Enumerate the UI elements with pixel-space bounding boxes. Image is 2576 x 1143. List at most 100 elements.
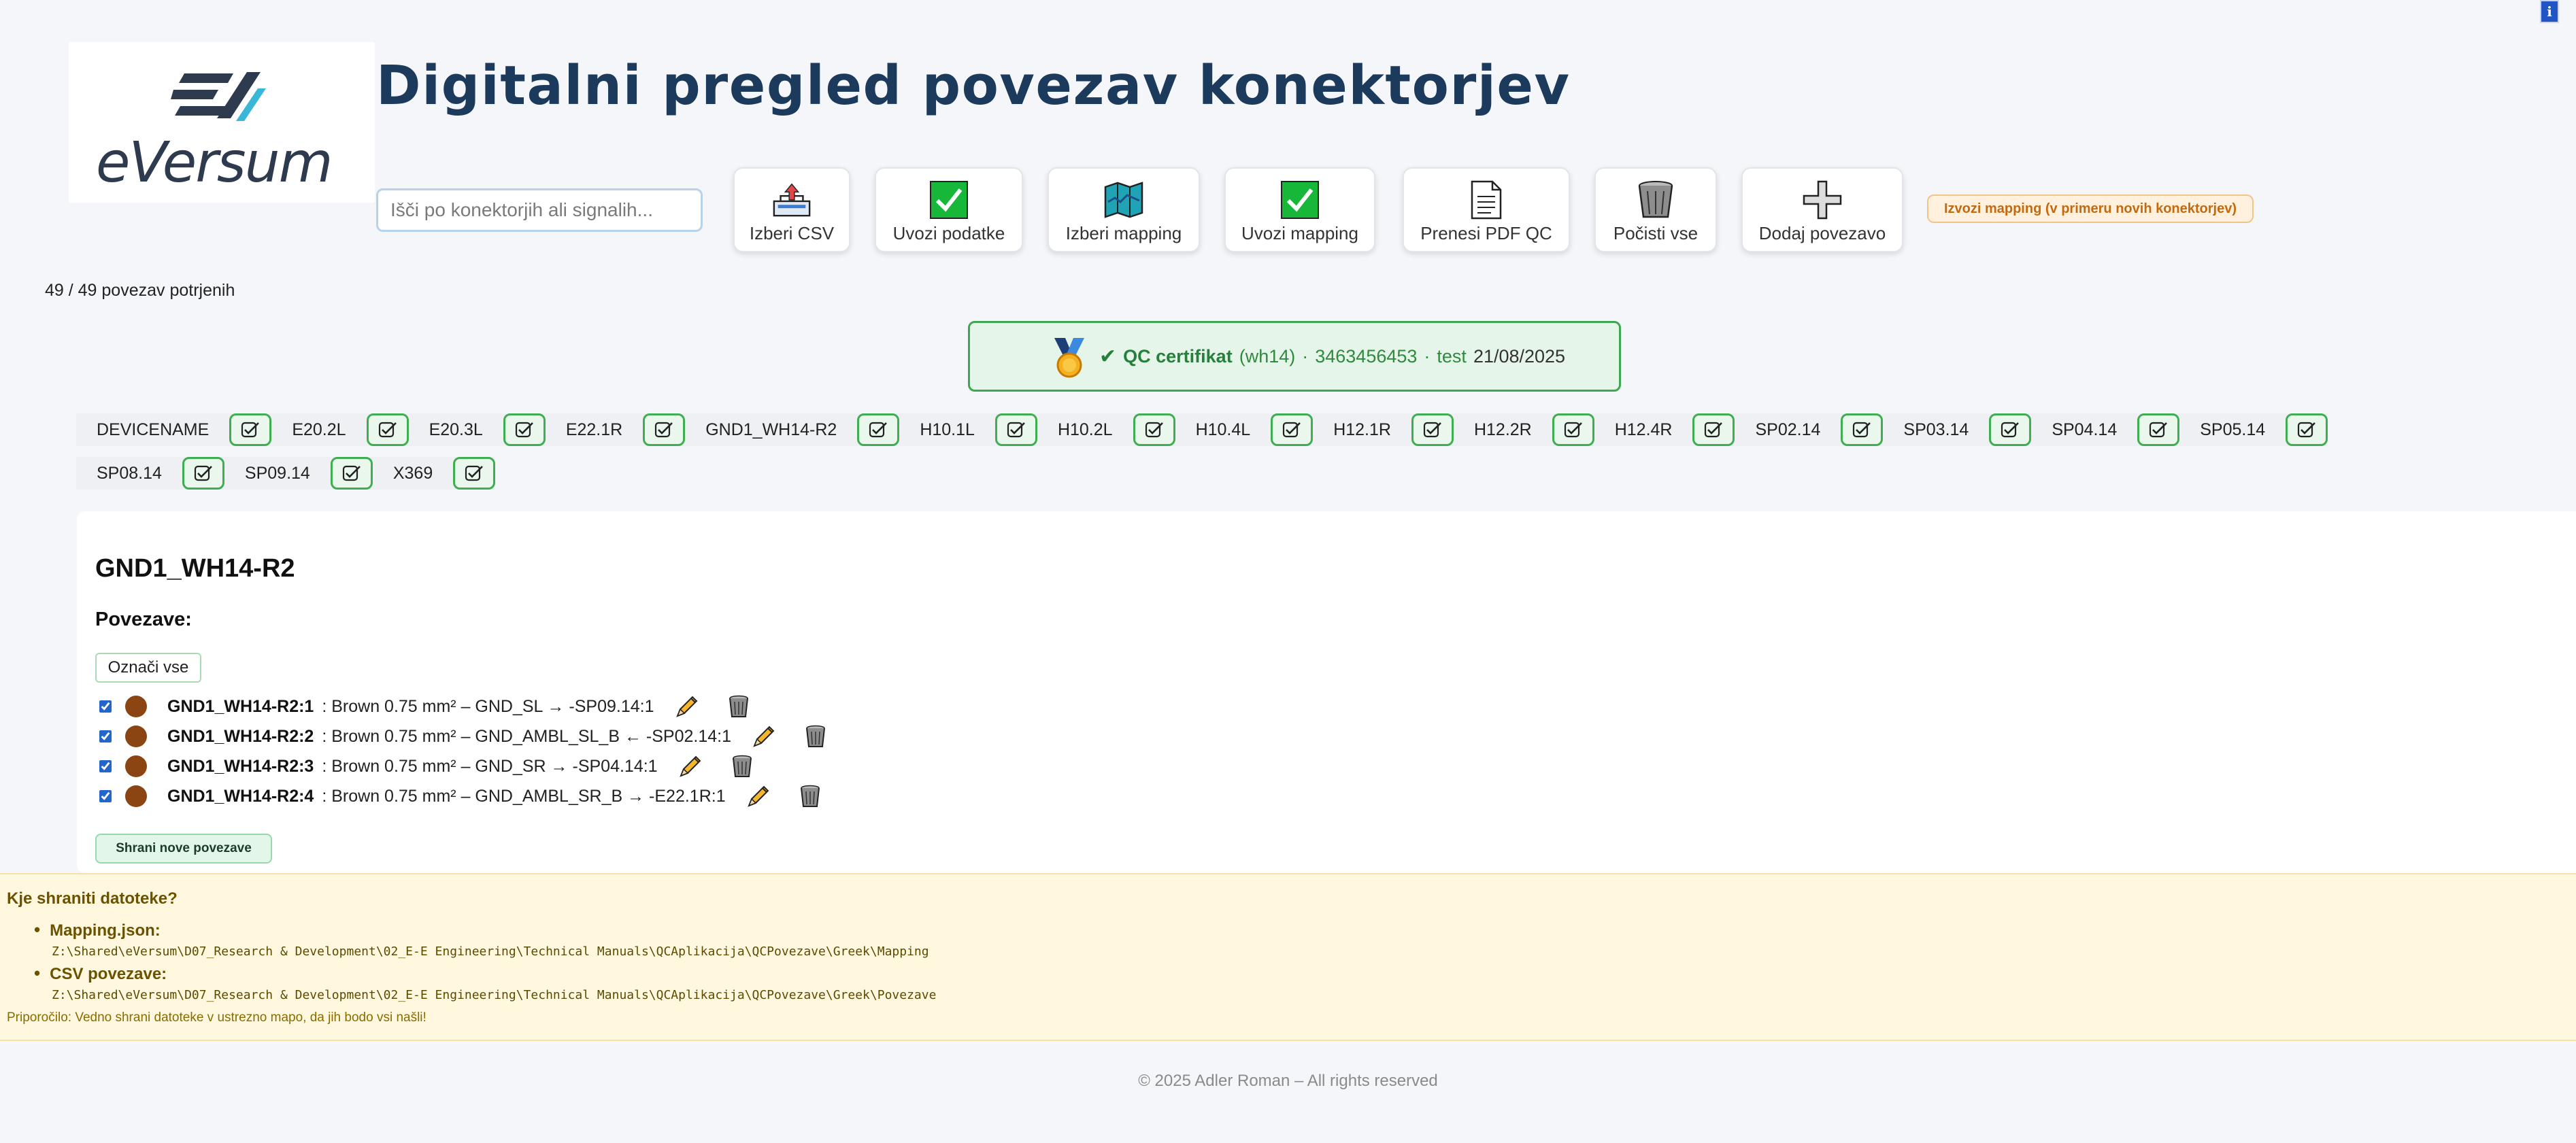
connector-chip[interactable]: H10.1L: [899, 413, 1037, 446]
connector-name: SP02.14: [1755, 420, 1821, 439]
select-mapping-label: Izberi mapping: [1065, 223, 1182, 243]
import-mapping-button[interactable]: Uvozi mapping: [1224, 167, 1375, 252]
wire-color-swatch: [125, 696, 147, 717]
download-pdf-qc-button[interactable]: Prenesi PDF QC: [1403, 167, 1570, 252]
connection-name: GND1_WH14-R2:2: [167, 726, 314, 746]
connector-name: E20.3L: [429, 420, 483, 439]
add-connection-label: Dodaj povezavo: [1758, 223, 1886, 243]
trash-icon[interactable]: [798, 784, 822, 808]
connection-checkbox[interactable]: [99, 700, 112, 713]
connector-chip[interactable]: SP02.14: [1735, 413, 1884, 446]
pencil-icon[interactable]: [752, 724, 776, 749]
save-new-connections-button[interactable]: Shrani nove povezave: [95, 834, 272, 864]
info-button[interactable]: i: [2540, 0, 2559, 23]
trash-icon[interactable]: [730, 754, 754, 779]
connector-chip[interactable]: DEVICENAME: [76, 413, 272, 446]
confirmed-count: 49 / 49 povezav potrjenih: [45, 281, 235, 300]
qc-certificate-banner: ✔ QC certifikat (wh14) · 3463456453 · te…: [968, 321, 1621, 392]
connector-chip[interactable]: H12.1R: [1313, 413, 1454, 446]
connector-name: H12.1R: [1333, 420, 1391, 439]
connection-name: GND1_WH14-R2:3: [167, 756, 314, 776]
search-input[interactable]: [376, 188, 703, 232]
check-icon[interactable]: [1271, 413, 1314, 446]
check-icon[interactable]: [366, 413, 409, 446]
connection-checkbox[interactable]: [99, 790, 112, 802]
trash-icon[interactable]: [726, 694, 751, 719]
connector-chip[interactable]: SP09.14: [224, 457, 373, 490]
pencil-icon[interactable]: [746, 784, 771, 808]
connector-chip[interactable]: H10.4L: [1175, 413, 1314, 446]
check-icon[interactable]: [1411, 413, 1454, 446]
page-title: Digitalni pregled povezav konektorjev: [376, 54, 1571, 117]
connector-name: E20.2L: [292, 420, 346, 439]
save-location-panel: Kje shraniti datoteke? Mapping.json: Z:\…: [0, 873, 2576, 1041]
connector-name: DEVICENAME: [97, 420, 210, 439]
wire-color-swatch: [125, 785, 147, 807]
connector-chip[interactable]: SP04.14: [2031, 413, 2180, 446]
export-mapping-button[interactable]: Izvozi mapping (v primeru novih konektor…: [1927, 194, 2254, 223]
logo-text: eVersum: [96, 131, 333, 195]
connector-name: X369: [392, 463, 433, 483]
add-connection-button[interactable]: Dodaj povezavo: [1741, 167, 1903, 252]
connector-chip[interactable]: X369: [372, 457, 496, 490]
check-icon[interactable]: [1692, 413, 1735, 446]
check-icon[interactable]: [1552, 413, 1594, 446]
check-icon[interactable]: [453, 457, 496, 490]
connector-title: GND1_WH14-R2: [95, 554, 295, 583]
select-csv-label: Izberi CSV: [749, 223, 835, 243]
connector-chip[interactable]: H12.4R: [1594, 413, 1735, 446]
connector-chip[interactable]: SP08.14: [76, 457, 224, 490]
medal-icon: [1054, 338, 1084, 378]
connector-chip[interactable]: SP03.14: [1883, 413, 2032, 446]
check-icon[interactable]: [330, 457, 373, 490]
connector-chip[interactable]: SP05.14: [2179, 413, 2328, 446]
connector-chip[interactable]: H10.2L: [1037, 413, 1175, 446]
connector-name: SP03.14: [1903, 420, 1969, 439]
check-icon[interactable]: [503, 413, 546, 446]
document-icon: [1466, 180, 1507, 220]
connector-name: SP09.14: [244, 463, 310, 483]
check-icon[interactable]: [182, 457, 224, 490]
select-mapping-button[interactable]: Izberi mapping: [1048, 167, 1200, 252]
connection-description: : Brown 0.75 mm² – GND_SR → -SP04.14:1: [322, 756, 658, 776]
trash-icon[interactable]: [803, 724, 828, 749]
mapping-json-label: Mapping.json:: [34, 919, 161, 940]
check-icon[interactable]: [643, 413, 686, 446]
download-pdf-qc-label: Prenesi PDF QC: [1420, 223, 1552, 243]
check-icon[interactable]: [2137, 413, 2180, 446]
wire-color-swatch: [125, 755, 147, 777]
qc-project: (wh14): [1239, 345, 1296, 366]
qc-id: 3463456453: [1315, 345, 1418, 366]
import-data-button[interactable]: Uvozi podatke: [875, 167, 1023, 252]
connections-heading: Povezave:: [95, 609, 192, 630]
connector-chip[interactable]: H12.2R: [1453, 413, 1594, 446]
connector-name: H12.2R: [1473, 420, 1532, 439]
select-csv-button[interactable]: Izberi CSV: [733, 167, 850, 252]
check-icon[interactable]: [994, 413, 1037, 446]
qc-separator: ·: [1302, 345, 1309, 366]
logo-mark-icon: [171, 72, 266, 121]
connector-name: H10.1L: [920, 420, 975, 439]
connection-checkbox[interactable]: [99, 760, 112, 772]
connector-filter-row: SP08.14 SP09.14 X369: [76, 456, 496, 490]
check-icon: [929, 180, 969, 220]
pencil-icon[interactable]: [675, 694, 699, 719]
pencil-icon[interactable]: [678, 754, 703, 779]
check-icon[interactable]: [229, 413, 272, 446]
connector-chip[interactable]: E20.3L: [408, 413, 546, 446]
check-icon[interactable]: [1841, 413, 1884, 446]
clear-all-label: Počisti vse: [1613, 223, 1699, 243]
connector-chip[interactable]: GND1_WH14-R2: [685, 413, 900, 446]
check-icon[interactable]: [2286, 413, 2328, 446]
clear-all-button[interactable]: Počisti vse: [1594, 167, 1717, 252]
mark-all-button[interactable]: Označi vse: [95, 653, 201, 683]
check-icon[interactable]: [1989, 413, 2032, 446]
check-icon[interactable]: [857, 413, 900, 446]
connection-checkbox[interactable]: [99, 730, 112, 743]
tray-upload-icon: [771, 180, 812, 220]
connector-chip[interactable]: E22.1R: [545, 413, 686, 446]
save-tip: Priporočilo: Vedno shrani datoteke v ust…: [7, 1010, 426, 1025]
check-icon[interactable]: [1133, 413, 1175, 446]
connector-chip[interactable]: E20.2L: [271, 413, 409, 446]
connection-description: : Brown 0.75 mm² – GND_SL → -SP09.14:1: [322, 696, 654, 716]
